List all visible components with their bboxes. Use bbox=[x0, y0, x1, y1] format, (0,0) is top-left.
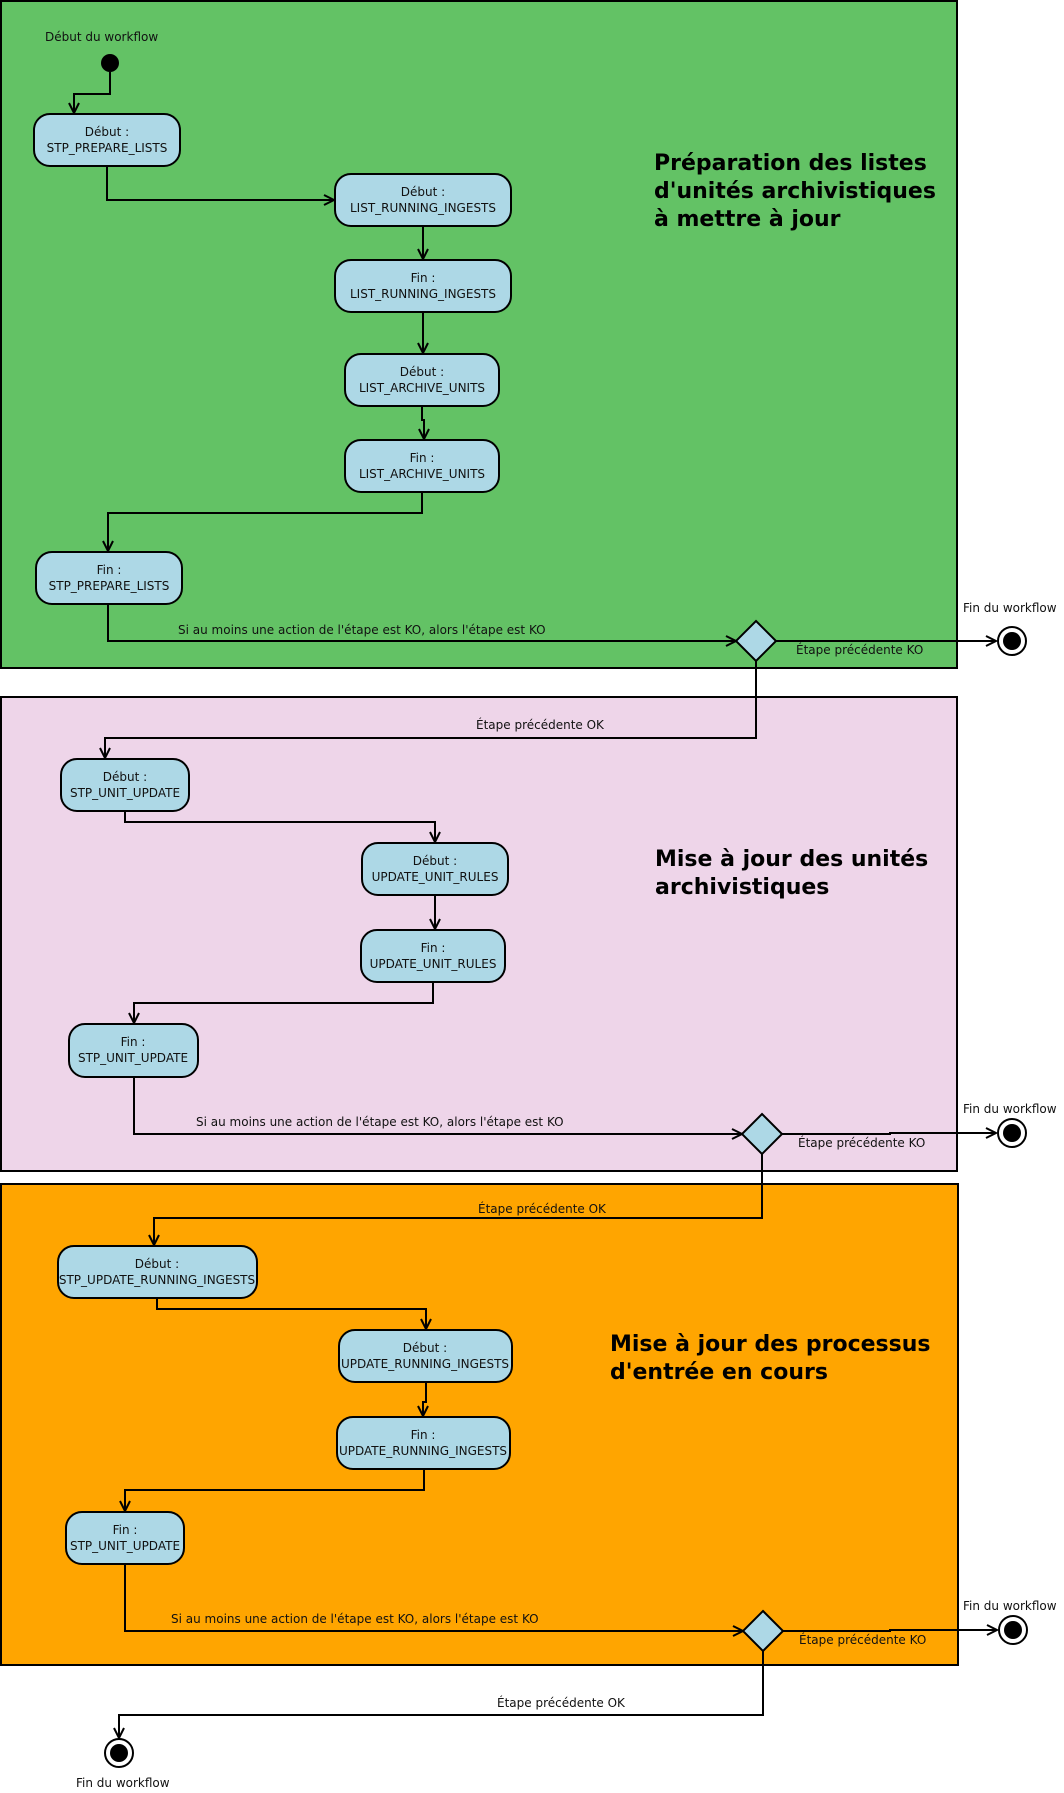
node-name: STP_UNIT_UPDATE bbox=[78, 1051, 188, 1065]
node-prefix: Fin : bbox=[411, 271, 436, 285]
section-title-line: Mise à jour des processus bbox=[610, 1332, 930, 1357]
node-name: STP_UNIT_UPDATE bbox=[70, 786, 180, 800]
node-name: STP_UPDATE_RUNNING_INGESTS bbox=[59, 1273, 255, 1287]
ko-condition-label: Si au moins une action de l'étape est KO… bbox=[178, 623, 546, 637]
action-node[interactable]: Fin : UPDATE_RUNNING_INGESTS bbox=[336, 1416, 511, 1470]
node-prefix: Fin : bbox=[97, 563, 122, 577]
edge-ko-branch bbox=[783, 1630, 997, 1631]
node-prefix: Fin : bbox=[421, 941, 446, 955]
node-prefix: Début : bbox=[403, 1341, 447, 1355]
ko-condition-label: Si au moins une action de l'étape est KO… bbox=[196, 1115, 564, 1129]
workflow-diagram: Préparation des listes d'unités archivis… bbox=[0, 0, 1057, 1790]
node-prefix: Début : bbox=[85, 125, 129, 139]
action-node[interactable]: Fin : LIST_RUNNING_INGESTS bbox=[334, 259, 512, 313]
action-node[interactable]: Fin : LIST_ARCHIVE_UNITS bbox=[344, 439, 500, 493]
action-node[interactable]: Fin : STP_PREPARE_LISTS bbox=[35, 551, 183, 605]
node-prefix: Début : bbox=[103, 770, 147, 784]
end-label: Fin du workflow bbox=[963, 601, 1057, 615]
section-title-line: d'entrée en cours bbox=[610, 1360, 828, 1385]
action-node[interactable]: Début : LIST_RUNNING_INGESTS bbox=[334, 173, 512, 227]
node-name: STP_UNIT_UPDATE bbox=[70, 1539, 180, 1553]
node-prefix: Début : bbox=[400, 365, 444, 379]
node-name: UPDATE_RUNNING_INGESTS bbox=[341, 1357, 509, 1371]
node-prefix: Début : bbox=[401, 185, 445, 199]
node-prefix: Fin : bbox=[113, 1523, 138, 1537]
node-prefix: Début : bbox=[135, 1257, 179, 1271]
node-prefix: Début : bbox=[413, 854, 457, 868]
action-node[interactable]: Début : LIST_ARCHIVE_UNITS bbox=[344, 353, 500, 407]
node-name: UPDATE_UNIT_RULES bbox=[372, 870, 499, 884]
node-name: UPDATE_UNIT_RULES bbox=[370, 957, 497, 971]
node-name: LIST_ARCHIVE_UNITS bbox=[359, 467, 485, 481]
section-title-line: Mise à jour des unités bbox=[655, 847, 928, 872]
node-prefix: Fin : bbox=[410, 451, 435, 465]
start-node-icon[interactable] bbox=[101, 54, 119, 72]
action-node[interactable]: Fin : UPDATE_UNIT_RULES bbox=[360, 929, 506, 983]
action-node[interactable]: Début : STP_UPDATE_RUNNING_INGESTS bbox=[57, 1245, 258, 1299]
action-node[interactable]: Début : STP_PREPARE_LISTS bbox=[33, 113, 181, 167]
edge-ko-branch bbox=[782, 1133, 996, 1134]
node-name: UPDATE_RUNNING_INGESTS bbox=[339, 1444, 507, 1458]
ok-branch-label: Étape précédente OK bbox=[478, 1201, 607, 1216]
section-title-line: à mettre à jour bbox=[654, 207, 841, 232]
section-title-line: d'unités archivistiques bbox=[654, 179, 936, 204]
end-label: Fin du workflow bbox=[963, 1102, 1057, 1116]
ok-branch-label: Étape précédente OK bbox=[497, 1695, 626, 1710]
node-prefix: Fin : bbox=[411, 1428, 436, 1442]
end-node-icon[interactable] bbox=[104, 1738, 134, 1768]
end-label: Fin du workflow bbox=[963, 1599, 1057, 1613]
end-node-icon[interactable] bbox=[997, 626, 1027, 656]
section-title-line: archivistiques bbox=[655, 875, 829, 900]
action-node[interactable]: Fin : STP_UNIT_UPDATE bbox=[68, 1023, 199, 1078]
node-name: LIST_RUNNING_INGESTS bbox=[350, 201, 496, 215]
node-name: STP_PREPARE_LISTS bbox=[47, 141, 168, 155]
end-node-icon[interactable] bbox=[997, 1118, 1027, 1148]
ko-condition-label: Si au moins une action de l'étape est KO… bbox=[171, 1612, 539, 1626]
action-node[interactable]: Début : UPDATE_RUNNING_INGESTS bbox=[338, 1329, 513, 1383]
node-name: STP_PREPARE_LISTS bbox=[49, 579, 170, 593]
ok-branch-label: Étape précédente OK bbox=[476, 717, 605, 732]
ko-branch-label: Étape précédente KO bbox=[798, 1135, 925, 1150]
ko-branch-label: Étape précédente KO bbox=[799, 1632, 926, 1647]
start-label: Début du workflow bbox=[45, 30, 158, 44]
ko-branch-label: Étape précédente KO bbox=[796, 642, 923, 657]
node-name: LIST_ARCHIVE_UNITS bbox=[359, 381, 485, 395]
end-label: Fin du workflow bbox=[76, 1776, 170, 1790]
action-node[interactable]: Début : UPDATE_UNIT_RULES bbox=[361, 842, 509, 896]
node-name: LIST_RUNNING_INGESTS bbox=[350, 287, 496, 301]
section-title-line: Préparation des listes bbox=[654, 151, 927, 176]
node-prefix: Fin : bbox=[121, 1035, 146, 1049]
action-node[interactable]: Fin : STP_UNIT_UPDATE bbox=[65, 1511, 185, 1565]
end-node-icon[interactable] bbox=[998, 1615, 1028, 1645]
action-node[interactable]: Début : STP_UNIT_UPDATE bbox=[60, 758, 190, 812]
